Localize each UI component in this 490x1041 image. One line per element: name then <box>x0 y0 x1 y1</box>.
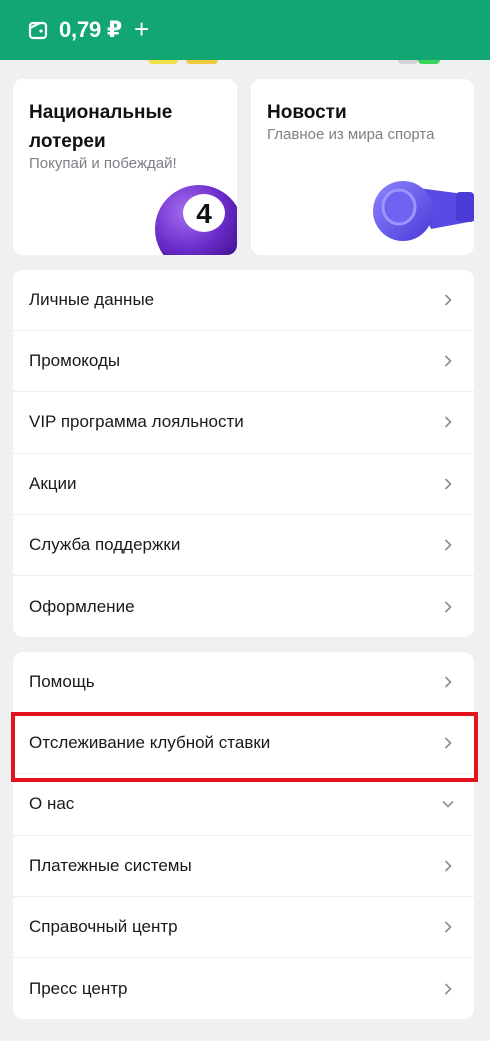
chevron-right-icon <box>444 737 452 749</box>
menu-item-label: Пресс центр <box>29 978 128 998</box>
news-card-title: Новости <box>267 102 347 123</box>
chevron-right-icon <box>444 478 452 490</box>
menu-item-about[interactable]: О нас <box>13 774 474 836</box>
lottery-card[interactable]: Национальные лотереи Покупай и побеждай!… <box>13 79 237 255</box>
chevron-right-icon <box>444 600 452 613</box>
chevron-right-icon <box>444 921 452 933</box>
menu-item-promocodes[interactable]: Промокоды <box>13 331 474 393</box>
whistle-icon <box>373 181 474 241</box>
menu-item-appearance[interactable]: Оформление <box>13 576 474 637</box>
chevron-right-icon <box>444 416 452 429</box>
menu-item-label: VIP программа лояльности <box>29 412 244 432</box>
menu-item-label: Платежные системы <box>29 855 192 875</box>
menu-item-label: Акции <box>29 473 77 493</box>
menu-item-payment-systems[interactable]: Платежные системы <box>13 836 474 897</box>
lottery-card-subtitle: Покупай и побеждай! <box>29 155 177 172</box>
info-menu: Помощь Отслеживание клубной ставки О нас… <box>13 652 474 1019</box>
menu-item-vip-program[interactable]: VIP программа лояльности <box>13 392 474 454</box>
wallet-icon[interactable] <box>28 20 48 40</box>
menu-item-label: О нас <box>29 794 75 814</box>
svg-text:4: 4 <box>196 198 212 229</box>
chevron-right-icon <box>444 539 452 551</box>
chevron-right-icon <box>444 676 452 688</box>
menu-item-personal-data[interactable]: Личные данные <box>13 270 474 332</box>
add-funds-button[interactable]: + <box>134 16 149 42</box>
menu-item-support[interactable]: Служба поддержки <box>13 515 474 576</box>
menu-item-press-center[interactable]: Пресс центр <box>13 958 474 1019</box>
chevron-right-icon <box>444 982 452 995</box>
menu-item-label: Промокоды <box>29 351 121 371</box>
news-card-subtitle: Главное из мира спорта <box>267 126 435 143</box>
menu-item-help[interactable]: Помощь <box>13 652 474 714</box>
chevron-down-icon <box>442 801 454 809</box>
settings-menu: Личные данные Промокоды VIP программа ло… <box>13 270 474 637</box>
top-bar: 0,79 ₽ + <box>0 0 490 60</box>
news-card[interactable]: Новости Главное из мира спорта <box>251 79 474 255</box>
chevron-right-icon <box>444 294 452 306</box>
chevron-right-icon <box>444 860 452 872</box>
menu-item-help-center[interactable]: Справочный центр <box>13 897 474 958</box>
menu-item-label: Личные данные <box>29 290 155 310</box>
menu-item-label: Справочный центр <box>29 916 178 936</box>
balance-amount[interactable]: 0,79 ₽ <box>59 17 122 43</box>
menu-item-promotions[interactable]: Акции <box>13 454 474 515</box>
chevron-right-icon <box>444 355 452 367</box>
menu-item-label: Помощь <box>29 672 95 692</box>
menu-item-label: Оформление <box>29 596 135 616</box>
lottery-ball-icon: 4 <box>155 185 237 255</box>
menu-item-label: Отслеживание клубной ставки <box>29 733 271 753</box>
lottery-card-title: Национальные лотереи <box>29 102 173 152</box>
menu-item-club-bet-tracking[interactable]: Отслеживание клубной ставки <box>13 713 474 775</box>
menu-item-label: Служба поддержки <box>29 534 181 554</box>
